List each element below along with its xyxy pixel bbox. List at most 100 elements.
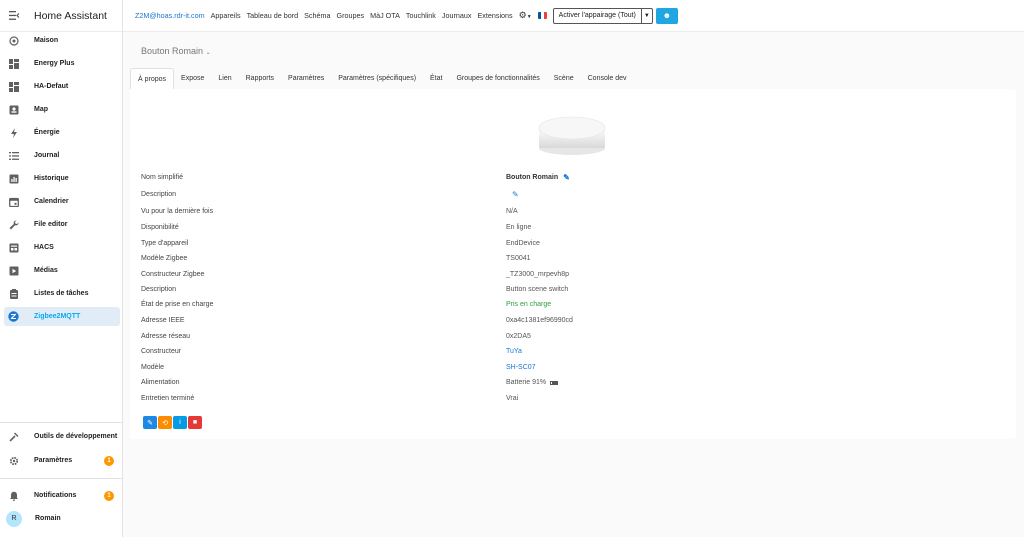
sidebar-item-listes-de-taches[interactable]: Listes de tâches <box>4 284 120 303</box>
tab-etat[interactable]: État <box>423 68 449 89</box>
sidebar-item-historique[interactable]: Historique <box>4 169 120 188</box>
sidebar-item-ha-defaut[interactable]: HA-Defaut <box>4 77 120 96</box>
sidebar-item-energie[interactable]: Énergie <box>4 123 120 142</box>
info-value: Button scene switch <box>506 286 569 293</box>
pairing-select-value: Activer l'appairage (Tout) <box>558 11 636 19</box>
pairing-select[interactable]: Activer l'appairage (Tout) ▼ <box>552 7 653 24</box>
sidebar-divider <box>0 422 123 423</box>
sidebar-item-notifications[interactable]: Notifications 1 <box>4 486 120 505</box>
info-row: Modèle SH-SC07 <box>141 360 1001 375</box>
nav-link-touchlink[interactable]: Touchlink <box>406 11 436 20</box>
sidebar-item-zigbee2mqtt[interactable]: Zigbee2MQTT <box>4 307 120 326</box>
pairing-button[interactable]: ☻ <box>655 7 678 24</box>
tab-console-dev[interactable]: Console dev <box>581 68 634 89</box>
info-row: Adresse réseau 0x2DA5 <box>141 329 1001 344</box>
info-value: Batterie 91% <box>506 379 559 386</box>
host-link[interactable]: Z2M@hoas.rdr-it.com <box>135 11 205 20</box>
device-image <box>538 116 606 155</box>
list-icon <box>8 150 19 161</box>
gear-icon: ⚙ <box>518 10 527 20</box>
sidebar-item-label: HA-Defaut <box>34 83 69 90</box>
tab-rapports[interactable]: Rapports <box>239 68 281 89</box>
sidebar-item-calendrier[interactable]: Calendrier <box>4 192 120 211</box>
menu-collapse-icon[interactable] <box>8 10 20 22</box>
nav-link-extensions[interactable]: Extensions <box>477 11 512 20</box>
top-navbar: Z2M@hoas.rdr-it.com Appareils Tableau de… <box>123 0 1024 32</box>
nav-link-tableau-de-bord[interactable]: Tableau de bord <box>247 11 299 20</box>
map-icon <box>8 104 19 115</box>
info-value: 0x2DA5 <box>506 333 531 340</box>
nav-link-schema[interactable]: Schéma <box>304 11 330 20</box>
info-row: Nom simplifié Bouton Romain ✎ <box>141 170 1001 185</box>
sidebar-item-maison[interactable]: Maison <box>4 31 120 50</box>
info-row: Constructeur TuYa <box>141 344 1001 359</box>
chevron-down-icon: ▼ <box>640 8 652 23</box>
reconfigure-button[interactable]: ⟲ <box>158 416 172 429</box>
info-row: Adresse IEEE 0xa4c1381ef96990cd <box>141 313 1001 328</box>
info-value: En ligne <box>506 224 532 231</box>
sidebar-item-label: Paramètres <box>34 457 73 464</box>
chevron-down-icon: ▼ <box>526 14 532 20</box>
tab-a-propos[interactable]: À propos <box>130 68 175 89</box>
edit-icon[interactable]: ✎ <box>563 173 570 182</box>
model-link[interactable]: SH-SC07 <box>506 364 536 371</box>
delete-button[interactable]: ■ <box>188 416 202 429</box>
sidebar-item-hacs[interactable]: HACS <box>4 238 120 257</box>
info-value-text: Bouton Romain <box>506 174 559 181</box>
tab-groupes-fonctionnalites[interactable]: Groupes de fonctionnalités <box>449 68 546 89</box>
sidebar-item-label: Zigbee2MQTT <box>34 313 81 320</box>
sidebar-item-map[interactable]: Map <box>4 100 120 119</box>
device-title-text: Bouton Romain <box>141 46 204 56</box>
info-value: Pris en charge <box>506 301 552 308</box>
emoji-icon: ☻ <box>662 11 672 20</box>
info-key: Adresse IEEE <box>141 317 185 324</box>
tab-parametres[interactable]: Paramètres <box>281 68 331 89</box>
info-key: Modèle <box>141 364 164 371</box>
edit-icon: ✎ <box>147 419 153 427</box>
sidebar: Home Assistant Maison Energy Plus HA-Def… <box>0 0 123 537</box>
sidebar-item-label: Notifications <box>34 492 77 499</box>
sidebar-item-label: Map <box>34 106 48 113</box>
nav-link-appareils[interactable]: Appareils <box>211 11 241 20</box>
dashboard-icon <box>8 81 19 92</box>
sidebar-item-file-editor[interactable]: File editor <box>4 215 120 234</box>
language-flag-icon[interactable] <box>537 12 547 19</box>
nav-link-journaux[interactable]: Journaux <box>442 11 472 20</box>
user-name: Romain <box>35 515 61 522</box>
info-value: N/A <box>506 208 518 215</box>
tab-lien[interactable]: Lien <box>211 68 238 89</box>
sidebar-item-dev-tools[interactable]: Outils de développement <box>4 427 120 446</box>
tab-scene[interactable]: Scène <box>547 68 581 89</box>
info-key: Description <box>141 286 177 293</box>
settings-dropdown[interactable]: ⚙▼ <box>519 10 532 21</box>
calendar-icon <box>8 196 19 207</box>
sidebar-item-parametres[interactable]: Paramètres 1 <box>4 451 120 470</box>
device-title[interactable]: Bouton Romain ⌄ <box>141 46 211 56</box>
nav-link-groupes[interactable]: Groupes <box>337 11 365 20</box>
info-value: Bouton Romain ✎ <box>506 173 570 182</box>
rename-button[interactable]: ✎ <box>143 416 157 429</box>
sidebar-item-user[interactable]: R Romain <box>4 509 120 528</box>
sidebar-item-journal[interactable]: Journal <box>4 146 120 165</box>
manufacturer-link[interactable]: TuYa <box>506 348 522 355</box>
nav-link-maj-ota[interactable]: MàJ OTA <box>370 11 400 20</box>
sidebar-item-energy-plus[interactable]: Energy Plus <box>4 54 120 73</box>
sidebar-header: Home Assistant <box>0 0 122 32</box>
tab-parametres-specifiques[interactable]: Paramètres (spécifiques) <box>331 68 423 89</box>
sidebar-item-label: Calendrier <box>34 198 69 205</box>
info-key: Description <box>141 191 177 198</box>
tab-expose[interactable]: Expose <box>174 68 211 89</box>
interview-button[interactable]: i <box>173 416 187 429</box>
app-title: Home Assistant <box>34 9 107 22</box>
settings-badge: 1 <box>104 455 114 466</box>
sidebar-item-label: Outils de développement <box>34 433 118 440</box>
info-key: Type d'appareil <box>141 240 189 247</box>
sidebar-item-medias[interactable]: Médias <box>4 261 120 280</box>
info-value: _TZ3000_mrpevh8p <box>506 271 570 278</box>
info-value-text: Batterie 91% <box>506 379 547 386</box>
chart-icon <box>8 173 19 184</box>
device-tabs: À propos Expose Lien Rapports Paramètres… <box>130 68 634 89</box>
hacs-icon <box>8 242 19 253</box>
edit-icon[interactable]: ✎ <box>512 190 519 199</box>
info-row: Alimentation Batterie 91% <box>141 375 1001 390</box>
